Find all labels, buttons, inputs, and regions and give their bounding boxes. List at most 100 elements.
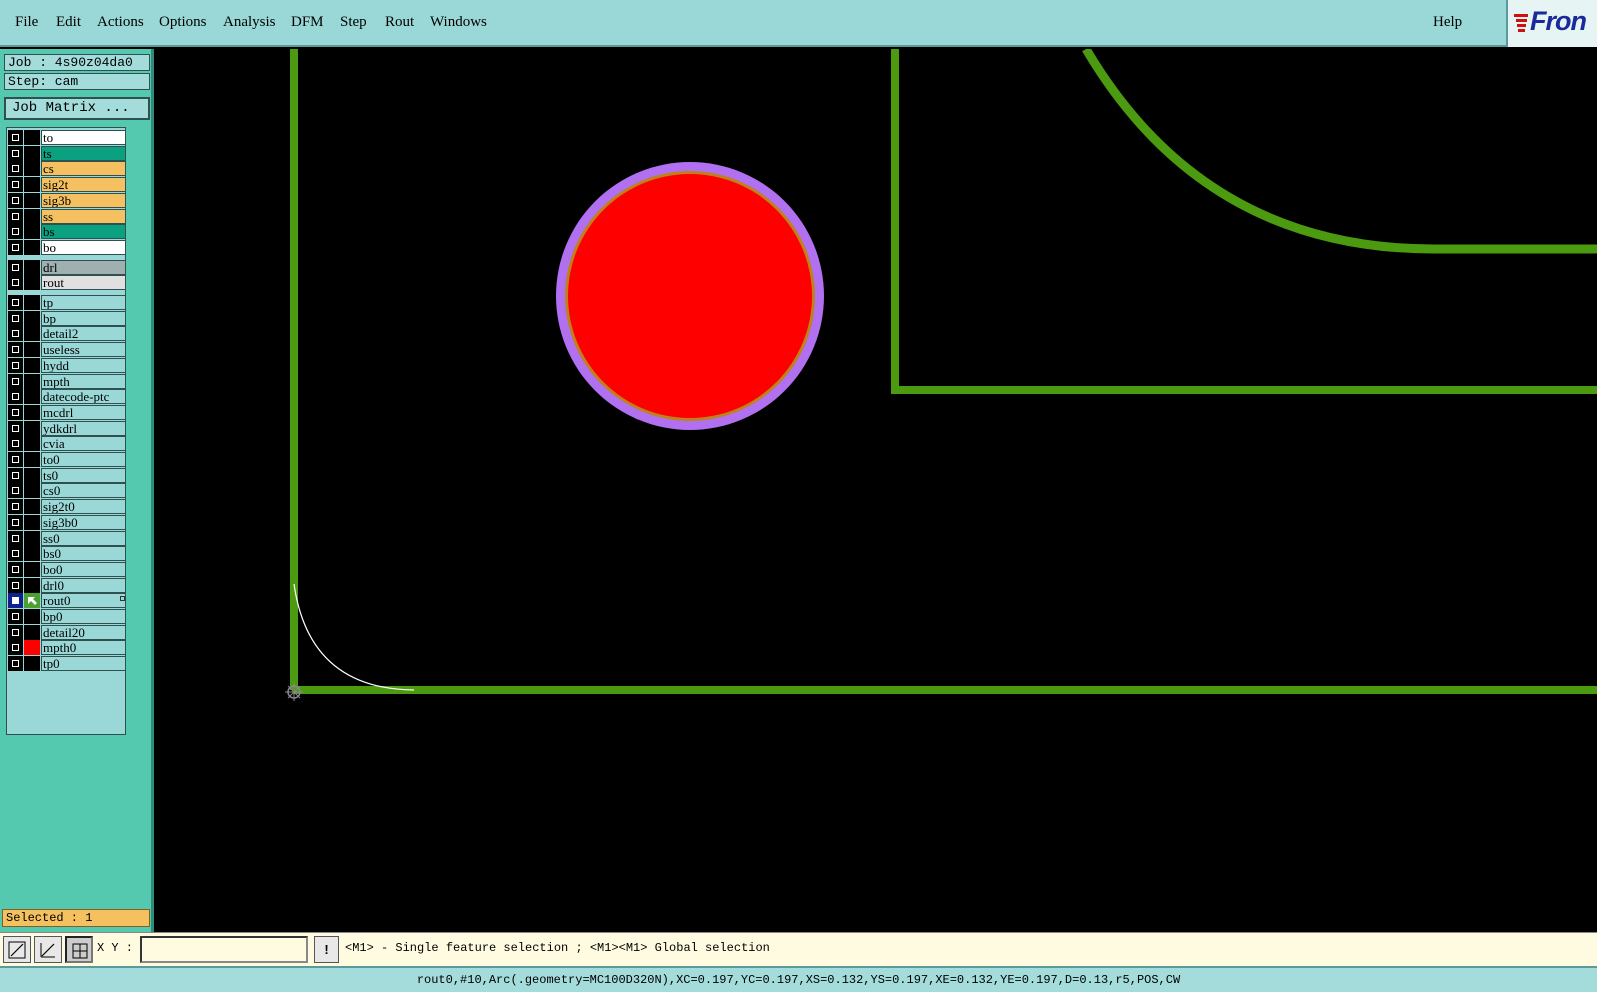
menu-dfm[interactable]: DFM bbox=[291, 14, 324, 31]
layer-row-bo[interactable]: bo bbox=[7, 239, 126, 255]
layer-row-rout0[interactable]: rout0 bbox=[7, 593, 126, 609]
layer-name[interactable]: sig2t0 bbox=[41, 499, 126, 515]
layer-row-bp[interactable]: bp bbox=[7, 310, 126, 326]
layer-name[interactable]: cs0 bbox=[41, 483, 126, 499]
layer-row-bs[interactable]: bs bbox=[7, 224, 126, 240]
layer-color-swatch[interactable] bbox=[24, 452, 40, 467]
layer-color-swatch[interactable] bbox=[24, 224, 40, 240]
layer-checkbox[interactable] bbox=[8, 342, 23, 358]
layer-row-ts[interactable]: ts bbox=[7, 145, 126, 161]
layer-checkbox[interactable] bbox=[8, 593, 23, 609]
layer-checkbox[interactable] bbox=[8, 483, 23, 499]
layer-row-cs[interactable]: cs bbox=[7, 161, 126, 177]
layer-name[interactable]: tp bbox=[41, 295, 126, 310]
layer-color-swatch[interactable] bbox=[24, 577, 40, 593]
layer-name[interactable]: cs bbox=[41, 161, 126, 177]
layer-name[interactable]: drl0 bbox=[41, 577, 126, 593]
layer-name[interactable]: useless bbox=[41, 342, 126, 358]
layer-color-swatch[interactable] bbox=[24, 499, 40, 515]
layer-checkbox[interactable] bbox=[8, 275, 23, 291]
layer-name[interactable]: rout bbox=[41, 275, 126, 291]
layer-name[interactable]: hydd bbox=[41, 357, 126, 373]
layer-checkbox[interactable] bbox=[8, 192, 23, 208]
layer-color-swatch[interactable] bbox=[24, 259, 40, 275]
layer-color-swatch[interactable] bbox=[24, 514, 40, 530]
layer-name[interactable]: detail2 bbox=[41, 326, 126, 342]
layer-checkbox[interactable] bbox=[8, 259, 23, 275]
layer-color-swatch[interactable] bbox=[24, 483, 40, 499]
menu-rout[interactable]: Rout bbox=[385, 14, 414, 31]
layer-name[interactable]: detail20 bbox=[41, 624, 126, 640]
layer-checkbox[interactable] bbox=[8, 161, 23, 177]
layer-name[interactable]: rout0 bbox=[41, 593, 126, 609]
layer-checkbox[interactable] bbox=[8, 389, 23, 405]
layer-checkbox[interactable] bbox=[8, 656, 23, 672]
layer-checkbox[interactable] bbox=[8, 130, 23, 145]
layer-name[interactable]: ts0 bbox=[41, 467, 126, 483]
layer-name[interactable]: to0 bbox=[41, 452, 126, 467]
menu-windows[interactable]: Windows bbox=[430, 14, 487, 31]
layer-color-swatch[interactable] bbox=[24, 609, 40, 624]
layer-name[interactable]: ts bbox=[41, 145, 126, 161]
layer-name[interactable]: sig3b0 bbox=[41, 514, 126, 530]
layer-row-bp0[interactable]: bp0 bbox=[7, 609, 126, 624]
layer-color-swatch[interactable] bbox=[24, 208, 40, 224]
layer-row-ydkdrl[interactable]: ydkdrl bbox=[7, 420, 126, 436]
layer-color-swatch[interactable] bbox=[24, 420, 40, 436]
work-layer-arrow-icon[interactable] bbox=[24, 593, 40, 609]
layer-row-rout[interactable]: rout bbox=[7, 275, 126, 291]
graphic-canvas[interactable] bbox=[154, 46, 1597, 932]
menu-file[interactable]: File bbox=[15, 14, 38, 31]
layer-row-ss0[interactable]: ss0 bbox=[7, 530, 126, 546]
layer-row-sig2t[interactable]: sig2t bbox=[7, 177, 126, 193]
layer-row-tp0[interactable]: tp0 bbox=[7, 656, 126, 672]
layer-color-swatch[interactable] bbox=[24, 467, 40, 483]
layer-checkbox[interactable] bbox=[8, 467, 23, 483]
layer-checkbox[interactable] bbox=[8, 420, 23, 436]
layer-checkbox[interactable] bbox=[8, 514, 23, 530]
menu-help[interactable]: Help bbox=[1433, 14, 1462, 31]
layer-color-swatch[interactable] bbox=[24, 389, 40, 405]
layer-row-detail2[interactable]: detail2 bbox=[7, 326, 126, 342]
menu-edit[interactable]: Edit bbox=[56, 14, 81, 31]
layer-checkbox[interactable] bbox=[8, 177, 23, 193]
layer-color-swatch[interactable] bbox=[24, 530, 40, 546]
layer-color-swatch[interactable] bbox=[24, 436, 40, 452]
layer-name[interactable]: mcdrl bbox=[41, 404, 126, 420]
selected-rout-arc[interactable] bbox=[293, 583, 415, 691]
layer-checkbox[interactable] bbox=[8, 224, 23, 240]
layer-color-swatch[interactable] bbox=[24, 404, 40, 420]
layer-row-sig3b0[interactable]: sig3b0 bbox=[7, 514, 126, 530]
layer-name[interactable]: ydkdrl bbox=[41, 420, 126, 436]
layer-checkbox[interactable] bbox=[8, 145, 23, 161]
layer-checkbox[interactable] bbox=[8, 546, 23, 562]
layer-checkbox[interactable] bbox=[8, 499, 23, 515]
layer-row-to[interactable]: to bbox=[7, 130, 126, 145]
layer-name[interactable]: mpth0 bbox=[41, 640, 126, 656]
layer-name[interactable]: bp bbox=[41, 310, 126, 326]
layer-row-bs0[interactable]: bs0 bbox=[7, 546, 126, 562]
layer-name[interactable]: bo0 bbox=[41, 561, 126, 577]
layer-name[interactable]: bp0 bbox=[41, 609, 126, 624]
layer-name[interactable]: sig3b bbox=[41, 192, 126, 208]
layer-row-useless[interactable]: useless bbox=[7, 342, 126, 358]
layer-name[interactable]: drl bbox=[41, 259, 126, 275]
layer-color-swatch[interactable] bbox=[24, 357, 40, 373]
layer-name[interactable]: tp0 bbox=[41, 656, 126, 672]
layer-color-swatch[interactable] bbox=[24, 177, 40, 193]
layer-row-drl0[interactable]: drl0 bbox=[7, 577, 126, 593]
layer-row-tp[interactable]: tp bbox=[7, 295, 126, 310]
layer-checkbox[interactable] bbox=[8, 208, 23, 224]
layer-checkbox[interactable] bbox=[8, 295, 23, 310]
layer-row-detail20[interactable]: detail20 bbox=[7, 624, 126, 640]
layer-color-swatch[interactable] bbox=[24, 192, 40, 208]
job-matrix-button[interactable]: Job Matrix ... bbox=[4, 97, 150, 120]
layer-color-swatch[interactable] bbox=[24, 624, 40, 640]
layer-checkbox[interactable] bbox=[8, 577, 23, 593]
layer-row-hydd[interactable]: hydd bbox=[7, 357, 126, 373]
layer-color-swatch[interactable] bbox=[24, 640, 40, 656]
layer-color-swatch[interactable] bbox=[24, 275, 40, 291]
layer-color-swatch[interactable] bbox=[24, 130, 40, 145]
layer-row-mpth[interactable]: mpth bbox=[7, 373, 126, 389]
layer-checkbox[interactable] bbox=[8, 640, 23, 656]
